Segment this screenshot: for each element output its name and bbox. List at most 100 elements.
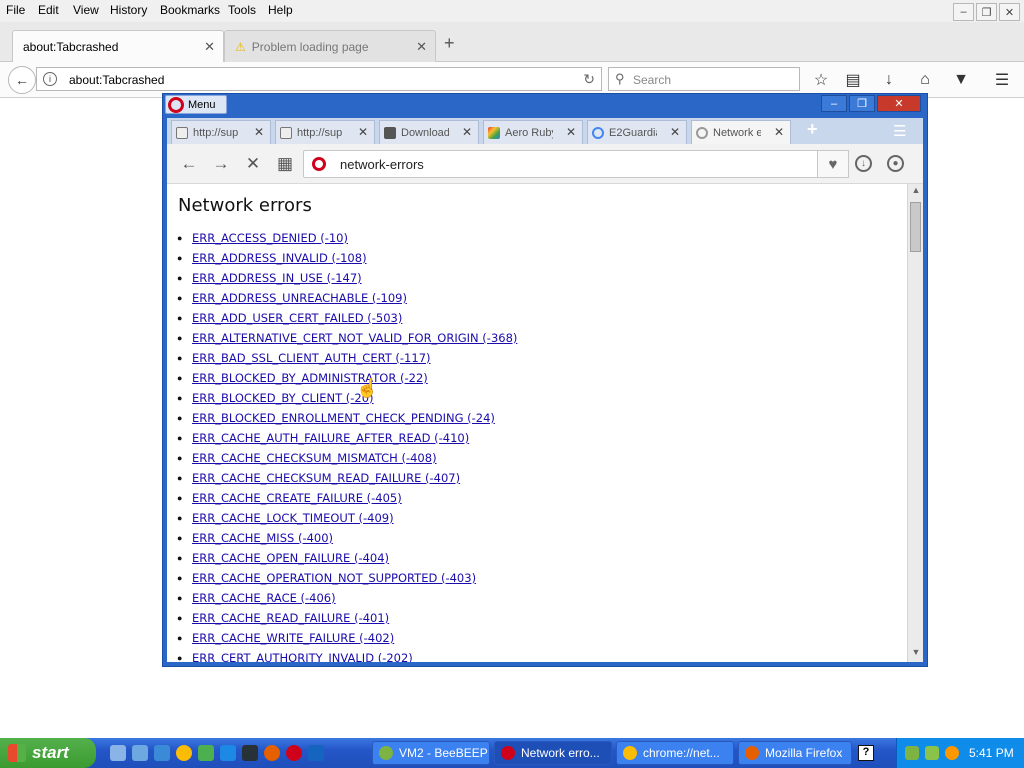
error-link[interactable]: ERR_CACHE_CHECKSUM_READ_FAILURE (-407) bbox=[192, 471, 460, 485]
scroll-down-icon[interactable]: ▼ bbox=[909, 647, 923, 661]
error-link[interactable]: ERR_CACHE_READ_FAILURE (-401) bbox=[192, 611, 389, 625]
help-icon[interactable]: ? bbox=[858, 745, 874, 761]
opera-maximize-button[interactable]: ❐ bbox=[849, 95, 875, 112]
scroll-up-icon[interactable]: ▲ bbox=[909, 185, 923, 199]
quicklaunch-icon[interactable] bbox=[308, 745, 324, 761]
quicklaunch-icon[interactable] bbox=[154, 745, 170, 761]
quicklaunch-icon[interactable] bbox=[132, 745, 148, 761]
opera-minimize-button[interactable]: – bbox=[821, 95, 847, 112]
menu-history[interactable]: History bbox=[110, 3, 147, 17]
error-link[interactable]: ERR_CACHE_MISS (-400) bbox=[192, 531, 333, 545]
close-tab-icon[interactable]: ✕ bbox=[254, 125, 264, 139]
back-icon[interactable]: ← bbox=[179, 154, 199, 174]
home-icon[interactable]: ⌂ bbox=[915, 70, 935, 90]
error-link[interactable]: ERR_ACCESS_DENIED (-10) bbox=[192, 231, 348, 245]
back-button[interactable]: ← bbox=[8, 66, 36, 94]
error-link[interactable]: ERR_ALTERNATIVE_CERT_NOT_VALID_FOR_ORIGI… bbox=[192, 331, 517, 345]
pocket-icon[interactable]: ▼ bbox=[951, 70, 971, 90]
quicklaunch-icon[interactable] bbox=[242, 745, 258, 761]
error-link[interactable]: ERR_ADDRESS_UNREACHABLE (-109) bbox=[192, 291, 407, 305]
opera-menu-button[interactable]: Menu bbox=[165, 95, 227, 114]
opera-tab[interactable]: Aero Ruby ✕ bbox=[483, 120, 583, 144]
ie-icon[interactable] bbox=[220, 745, 236, 761]
opera-close-button[interactable]: ✕ bbox=[877, 95, 921, 112]
forward-icon[interactable]: → bbox=[211, 154, 231, 174]
error-link[interactable]: ERR_ADDRESS_INVALID (-108) bbox=[192, 251, 367, 265]
menu-tools[interactable]: Tools bbox=[228, 3, 256, 17]
reload-icon[interactable]: ↻ bbox=[583, 71, 595, 88]
opera-tab-network-errors[interactable]: Network er ✕ bbox=[691, 120, 791, 144]
error-link[interactable]: ERR_CACHE_AUTH_FAILURE_AFTER_READ (-410) bbox=[192, 431, 469, 445]
close-button[interactable]: ✕ bbox=[999, 3, 1020, 21]
address-text: network-errors bbox=[340, 157, 424, 172]
menu-file[interactable]: File bbox=[6, 3, 25, 17]
scroll-thumb[interactable] bbox=[910, 202, 921, 252]
url-bar[interactable]: i about:Tabcrashed ↻ bbox=[36, 67, 602, 91]
error-link[interactable]: ERR_CACHE_OPERATION_NOT_SUPPORTED (-403) bbox=[192, 571, 476, 585]
error-link[interactable]: ERR_BLOCKED_ENROLLMENT_CHECK_PENDING (-2… bbox=[192, 411, 495, 425]
quicklaunch-icon[interactable] bbox=[110, 745, 126, 761]
error-link[interactable]: ERR_CACHE_LOCK_TIMEOUT (-409) bbox=[192, 511, 394, 525]
speed-dial-icon[interactable]: ▦ bbox=[275, 154, 295, 174]
start-button[interactable]: start bbox=[0, 738, 96, 768]
close-tab-icon[interactable]: ✕ bbox=[416, 39, 427, 55]
error-link[interactable]: ERR_CACHE_WRITE_FAILURE (-402) bbox=[192, 631, 394, 645]
account-icon[interactable]: ● bbox=[887, 155, 904, 172]
error-link[interactable]: ERR_CACHE_CREATE_FAILURE (-405) bbox=[192, 491, 402, 505]
menu-view[interactable]: View bbox=[73, 3, 99, 17]
close-tab-icon[interactable]: ✕ bbox=[358, 125, 368, 139]
error-link[interactable]: ERR_CACHE_RACE (-406) bbox=[192, 591, 336, 605]
maximize-button[interactable]: ❐ bbox=[976, 3, 997, 21]
search-input[interactable]: ⚲ Search bbox=[608, 67, 800, 91]
opera-tab[interactable]: http://sup ✕ bbox=[171, 120, 271, 144]
error-link[interactable]: ERR_ADD_USER_CERT_FAILED (-503) bbox=[192, 311, 402, 325]
minimize-button[interactable]: – bbox=[953, 3, 974, 21]
taskbar-item-chrome[interactable]: chrome://net... bbox=[616, 741, 734, 765]
tab-tabcrashed[interactable]: about:Tabcrashed ✕ bbox=[12, 30, 224, 62]
reading-list-icon[interactable]: ▤ bbox=[843, 70, 863, 90]
list-item: ● ERR_CACHE_CHECKSUM_READ_FAILURE (-407) bbox=[177, 468, 517, 488]
error-link[interactable]: ERR_CACHE_OPEN_FAILURE (-404) bbox=[192, 551, 389, 565]
taskbar-item-opera[interactable]: Network erro... bbox=[494, 741, 612, 765]
opera-tab[interactable]: Download ✕ bbox=[379, 120, 479, 144]
firefox-icon[interactable] bbox=[264, 745, 280, 761]
opera-tab[interactable]: http://sup ✕ bbox=[275, 120, 375, 144]
address-bar[interactable]: network-errors bbox=[303, 150, 819, 178]
close-tab-icon[interactable]: ✕ bbox=[774, 125, 784, 139]
heart-icon[interactable]: ♥ bbox=[817, 150, 849, 178]
quicklaunch-icon[interactable] bbox=[198, 745, 214, 761]
download-icon[interactable]: ↓ bbox=[879, 70, 899, 90]
taskbar-item-firefox[interactable]: Mozilla Firefox bbox=[738, 741, 852, 765]
menu-edit[interactable]: Edit bbox=[38, 3, 59, 17]
tab-problem-loading[interactable]: ⚠ Problem loading page ✕ bbox=[224, 30, 436, 62]
stop-icon[interactable]: ✕ bbox=[243, 154, 263, 174]
menu-help[interactable]: Help bbox=[268, 3, 293, 17]
close-tab-icon[interactable]: ✕ bbox=[462, 125, 472, 139]
tab-menu-icon[interactable]: ☰ bbox=[893, 122, 906, 140]
error-link[interactable]: ERR_BLOCKED_BY_CLIENT (-20) bbox=[192, 391, 374, 405]
beebeep-icon bbox=[379, 746, 393, 760]
tray-icon[interactable] bbox=[905, 746, 919, 760]
close-tab-icon[interactable]: ✕ bbox=[204, 39, 215, 55]
error-link[interactable]: ERR_CERT_AUTHORITY_INVALID (-202) bbox=[192, 651, 413, 662]
error-link[interactable]: ERR_ADDRESS_IN_USE (-147) bbox=[192, 271, 362, 285]
tray-search-icon[interactable] bbox=[945, 746, 959, 760]
error-link[interactable]: ERR_BLOCKED_BY_ADMINISTRATOR (-22) bbox=[192, 371, 428, 385]
info-icon[interactable]: i bbox=[43, 72, 57, 86]
bookmark-star-icon[interactable]: ☆ bbox=[811, 70, 831, 90]
chrome-icon[interactable] bbox=[176, 745, 192, 761]
taskbar-item-beebeep[interactable]: VM2 - BeeBEEP bbox=[372, 741, 490, 765]
opera-tab[interactable]: E2Guardia ✕ bbox=[587, 120, 687, 144]
error-link[interactable]: ERR_BAD_SSL_CLIENT_AUTH_CERT (-117) bbox=[192, 351, 431, 365]
close-tab-icon[interactable]: ✕ bbox=[566, 125, 576, 139]
new-tab-icon[interactable]: + bbox=[807, 119, 818, 140]
opera-icon[interactable] bbox=[286, 745, 302, 761]
vertical-scrollbar[interactable]: ▲ ▼ bbox=[907, 184, 923, 662]
menu-bookmarks[interactable]: Bookmarks bbox=[160, 3, 220, 17]
new-tab-icon[interactable]: + bbox=[444, 33, 455, 54]
close-tab-icon[interactable]: ✕ bbox=[670, 125, 680, 139]
hamburger-menu-icon[interactable]: ☰ bbox=[992, 70, 1012, 90]
tray-icon[interactable] bbox=[925, 746, 939, 760]
download-icon[interactable]: ↓ bbox=[855, 155, 872, 172]
error-link[interactable]: ERR_CACHE_CHECKSUM_MISMATCH (-408) bbox=[192, 451, 437, 465]
